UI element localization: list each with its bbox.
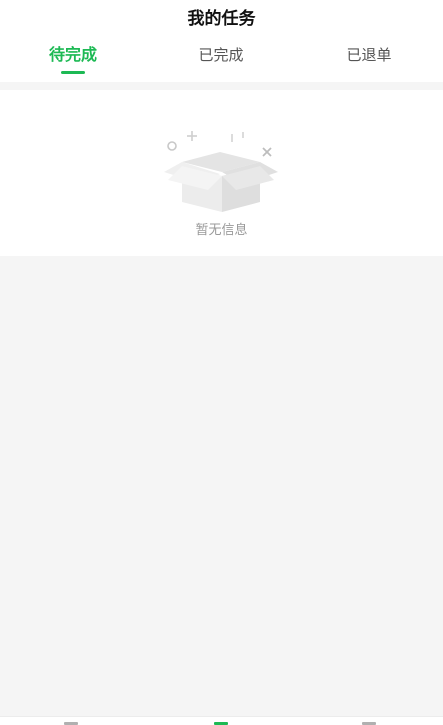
task-tabs: 待完成 已完成 已退单 (0, 44, 443, 78)
tab-cancelled-label: 已退单 (346, 46, 392, 64)
tab-active-indicator (61, 71, 85, 74)
empty-message: 暂无信息 (195, 223, 248, 238)
tab-pending-label: 待完成 (48, 45, 97, 64)
tab-pending[interactable]: 待完成 (30, 44, 116, 78)
empty-box-icon (164, 131, 278, 212)
page-title: 我的任务 (187, 9, 256, 29)
empty-state: 暂无信息 (0, 90, 443, 256)
header: 我的任务 待完成 已完成 已退单 (0, 0, 443, 82)
tab-cancelled[interactable]: 已退单 (326, 44, 412, 78)
tab-completed-label: 已完成 (198, 46, 244, 64)
tab-completed[interactable]: 已完成 (178, 44, 264, 78)
